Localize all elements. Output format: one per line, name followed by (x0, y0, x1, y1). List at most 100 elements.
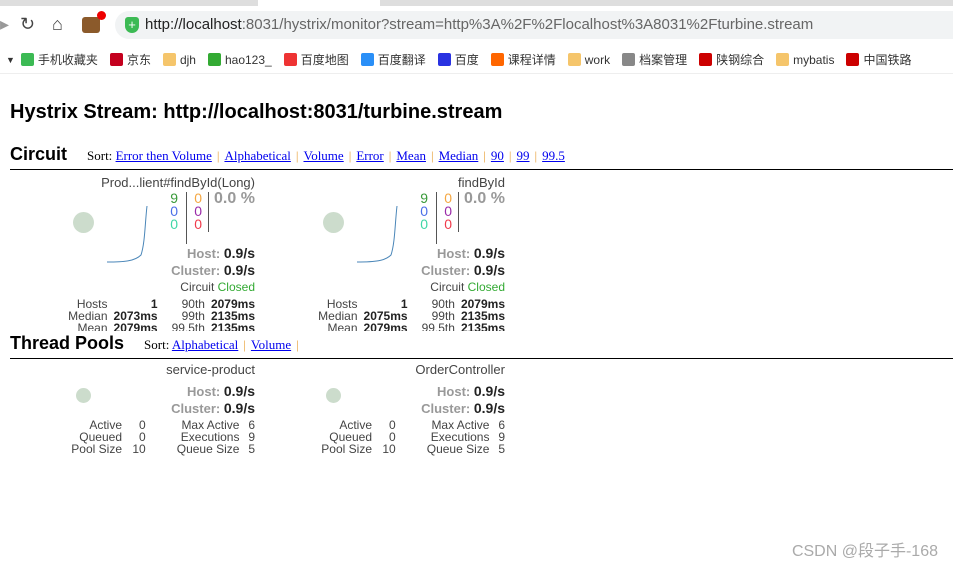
bad-request-count: 0 (170, 216, 178, 232)
reload-icon[interactable]: ↻ (20, 14, 35, 35)
health-circle (326, 388, 341, 403)
sort-option[interactable]: Error (356, 148, 383, 163)
sort-option[interactable]: Alphabetical (224, 148, 290, 163)
separator: | (388, 148, 392, 163)
notification-dot (97, 11, 106, 20)
bad-request-count: 0 (420, 216, 428, 232)
stats-table: Active 0 Max Active 6 Queued 0 Execution… (310, 419, 505, 455)
cluster-rate: Cluster: 0.9/s (171, 400, 255, 416)
bookmarks-bar: ▼ 手机收藏夹 京东 djh hao123_ 百度地图 百度翻译 百度 课程详情 work 档案管… (0, 46, 953, 74)
circuit-heading: Circuit (10, 144, 68, 164)
rate-sparkline (356, 205, 398, 263)
secure-shield-icon: + (125, 17, 139, 33)
company-icon (699, 53, 713, 66)
stats-table: Hosts 1 90th 2079ms Median 2075ms 99th 2… (318, 298, 505, 331)
folder-icon (567, 53, 581, 66)
circuit-status: Circuit Closed (180, 280, 255, 294)
stats-row: Pool Size 10 Queue Size 5 (71, 442, 255, 456)
sort-option[interactable]: 99.5 (542, 148, 565, 163)
sort-option[interactable]: Volume (251, 337, 291, 352)
health-circle (323, 212, 344, 233)
circuit-sort: Sort: Error then Volume | Alphabetical | Vol… (87, 148, 565, 163)
watermark: CSDN @段子手-168 (791, 543, 938, 560)
health-circle (73, 212, 94, 233)
stats-table: Hosts 1 90th 2079ms Median 2073ms 99th 2… (68, 298, 255, 331)
circuit-title: Prod...lient#findById(Long) (101, 175, 255, 190)
folder-icon (162, 53, 176, 66)
sort-option[interactable]: Volume (303, 148, 343, 163)
bookmark-item[interactable]: hao123_ (207, 51, 272, 68)
globe-icon (622, 53, 636, 66)
separator: | (243, 337, 246, 352)
circuit-status: Circuit Closed (430, 280, 505, 294)
translate-icon (360, 53, 374, 66)
host-rate: Host: 0.9/s (437, 245, 505, 261)
bookmark-item[interactable]: 手机收藏夹 (20, 51, 98, 68)
threadpool-card: OrderController Host: 0.9/s Cluster: 0.9… (260, 362, 505, 462)
sort-option[interactable]: Alphabetical (172, 337, 238, 352)
map-pin-icon (283, 53, 297, 66)
divider (186, 192, 187, 244)
sort-option[interactable]: 90 (491, 148, 504, 163)
bookmark-item[interactable]: djh (162, 51, 196, 68)
cluster-rate: Cluster: 0.9/s (171, 262, 255, 278)
cluster-rate: Cluster: 0.9/s (421, 400, 505, 416)
phone-icon (20, 53, 34, 66)
threadpool-header: Thread Pools Sort: Alphabetical | Volume | (10, 333, 953, 359)
browser-toolbar: ▸ ↻ ⌂ + http://localhost:8031/hystrix/mo… (0, 6, 953, 44)
separator: | (348, 148, 352, 163)
stats-row: Pool Size 10 Queue Size 5 (321, 442, 505, 456)
circuit-header: Circuit Sort: Error then Volume | Alphabet… (10, 144, 953, 170)
separator: | (430, 148, 434, 163)
circuit-title: findById (458, 175, 505, 190)
sort-option[interactable]: Median (439, 148, 479, 163)
bookmark-item[interactable]: work (567, 51, 610, 68)
bookmark-item[interactable]: 档案管理 (622, 51, 687, 68)
failure-count: 0 (194, 216, 202, 232)
threadpool-heading: Thread Pools (10, 333, 125, 353)
sort-option[interactable]: 99 (517, 148, 530, 163)
separator: | (295, 148, 299, 163)
page-title: Hystrix Stream: http://localhost:8031/tu… (10, 101, 503, 123)
stats-table: Active 0 Max Active 6 Queued 0 Execution… (60, 419, 255, 455)
extension-briefcase-icon[interactable] (82, 17, 100, 33)
separator: | (508, 148, 512, 163)
separator: | (296, 337, 299, 352)
threadpool-title: OrderController (415, 362, 505, 377)
rate-sparkline (106, 205, 148, 263)
railway-icon (846, 53, 860, 66)
divider (458, 192, 459, 232)
home-icon[interactable]: ⌂ (52, 14, 63, 35)
host-rate: Host: 0.9/s (437, 383, 505, 399)
bookmark-item[interactable]: mybatis (776, 51, 834, 68)
bookmark-item[interactable]: 百度 (437, 51, 479, 68)
failure-count: 0 (444, 216, 452, 232)
stats-row: Mean 2079ms 99.5th 2135ms (77, 321, 256, 331)
separator: | (216, 148, 220, 163)
cluster-rate: Cluster: 0.9/s (421, 262, 505, 278)
bookmark-item[interactable]: 百度地图 (283, 51, 349, 68)
threadpool-title: service-product (166, 362, 255, 377)
bookmark-item[interactable]: 京东 (109, 51, 151, 68)
bookmark-item[interactable]: 中国铁路 (846, 51, 911, 68)
forward-icon[interactable]: ▸ (0, 14, 9, 35)
circuit-card: Prod...lient#findById(Long) 9 0 0 0 0 0 … (10, 175, 255, 331)
folder-icon (776, 53, 790, 66)
divider (436, 192, 437, 244)
divider (208, 192, 209, 232)
stats-row: Mean 2079ms 99.5th 2135ms (327, 321, 506, 331)
course-icon (490, 53, 504, 66)
sort-option[interactable]: Mean (396, 148, 426, 163)
jd-icon (109, 53, 123, 66)
bookmarks-menu-icon[interactable]: ▼ (6, 55, 15, 65)
bookmark-item[interactable]: 百度翻译 (360, 51, 426, 68)
health-circle (76, 388, 91, 403)
hao123-icon (207, 53, 221, 66)
address-bar[interactable]: + http://localhost:8031/hystrix/monitor?… (115, 11, 953, 39)
bookmark-item[interactable]: 课程详情 (490, 51, 556, 68)
threadpool-sort: Sort: Alphabetical | Volume | (144, 337, 299, 352)
separator: | (483, 148, 486, 163)
bookmark-item[interactable]: 陕钢综合 (699, 51, 764, 68)
sort-option[interactable]: Error then Volume (116, 148, 212, 163)
circuit-card: findById 9 0 0 0 0 0 0.0 % Host: 0.9/s C… (260, 175, 505, 331)
